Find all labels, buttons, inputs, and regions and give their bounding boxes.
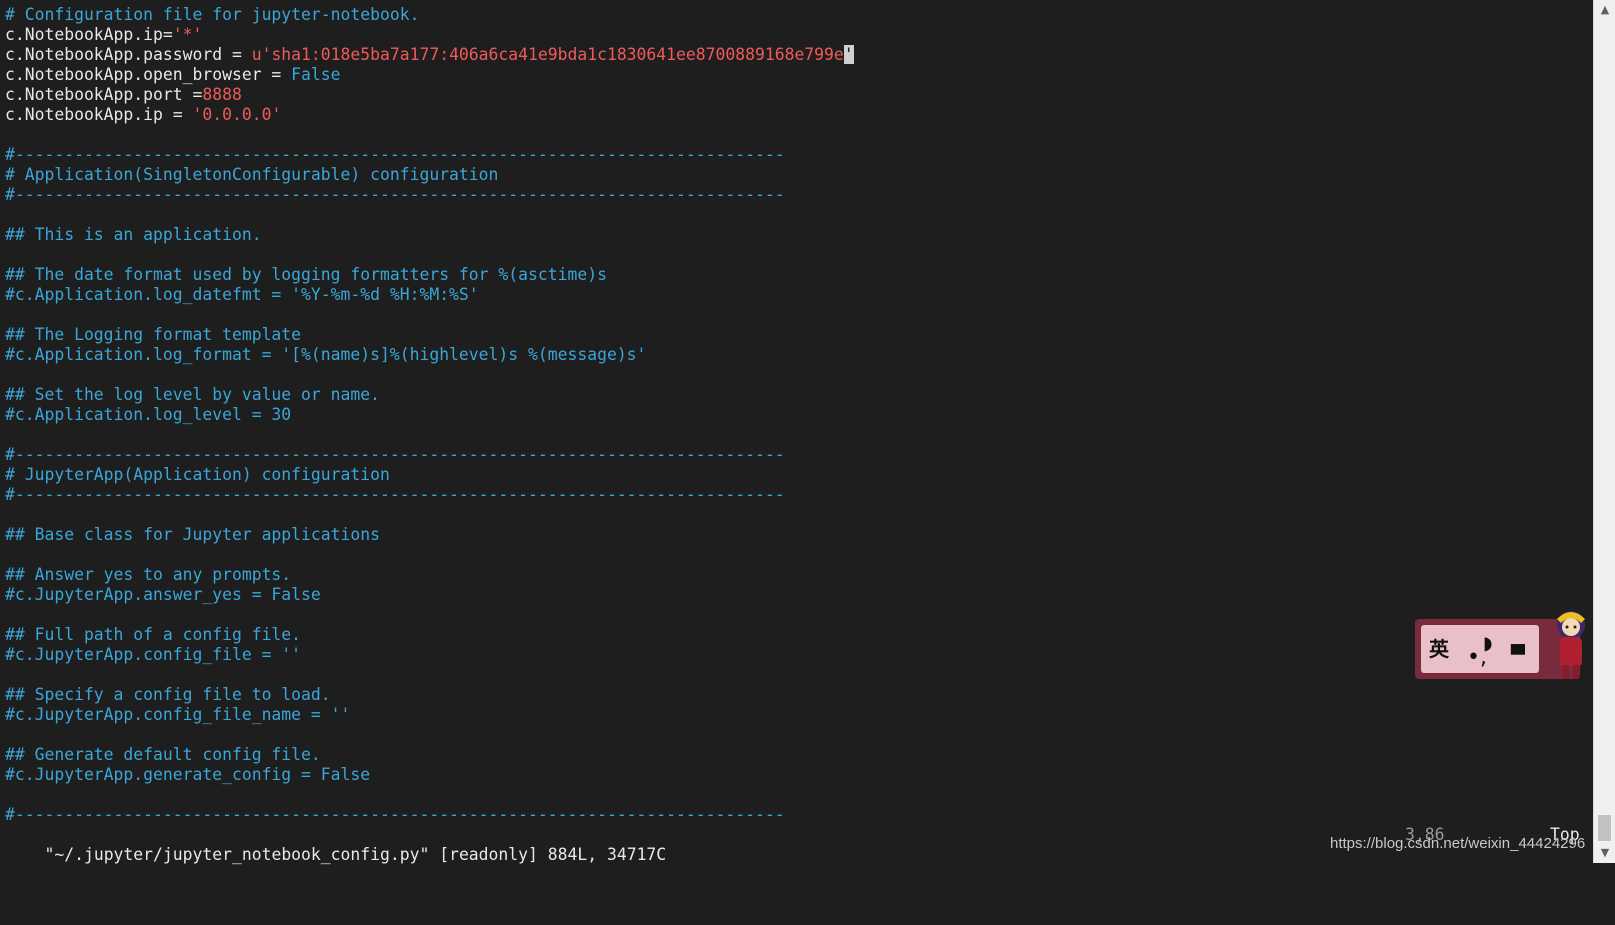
code-token: #c.JupyterApp.config_file = '' [5, 645, 302, 664]
editor-line[interactable]: c.NotebookApp.password = u'sha1:018e5ba7… [5, 45, 1585, 65]
editor-line[interactable]: #---------------------------------------… [5, 145, 1585, 165]
scrollbar-thumb[interactable] [1598, 815, 1611, 841]
code-token: ## Answer yes to any prompts. [5, 565, 292, 584]
code-token: ## The Logging format template [5, 325, 302, 344]
status-file-info: "~/.jupyter/jupyter_notebook_config.py" … [44, 845, 667, 864]
code-token: #c.Application.log_datefmt = '%Y-%m-%d %… [5, 285, 479, 304]
code-token: #---------------------------------------… [5, 185, 785, 204]
code-token: ## Generate default config file. [5, 745, 321, 764]
text-cursor: ' [843, 45, 854, 64]
code-token: #---------------------------------------… [5, 145, 785, 164]
editor-line[interactable]: #c.JupyterApp.config_file_name = '' [5, 705, 1585, 725]
code-token: #c.JupyterApp.generate_config = False [5, 765, 371, 784]
code-token: ## Full path of a config file. [5, 625, 302, 644]
watermark-url: https://blog.csdn.net/weixin_44424296 [1330, 835, 1586, 852]
code-token: ## Set the log level by value or name. [5, 385, 380, 404]
editor-line[interactable]: #c.JupyterApp.generate_config = False [5, 765, 1585, 785]
editor-line[interactable]: # Application(SingletonConfigurable) con… [5, 165, 1585, 185]
code-token: 8888 [202, 85, 242, 104]
scroll-up-icon[interactable]: ▲ [1594, 0, 1615, 20]
editor-line[interactable]: ## Full path of a config file. [5, 625, 1585, 645]
editor-line[interactable] [5, 365, 1585, 385]
editor-line[interactable]: #---------------------------------------… [5, 485, 1585, 505]
editor-line[interactable]: ## The date format used by logging forma… [5, 265, 1585, 285]
editor-line[interactable]: ## Answer yes to any prompts. [5, 565, 1585, 585]
editor-line[interactable]: # Configuration file for jupyter-noteboo… [5, 5, 1585, 25]
editor-line[interactable]: ## This is an application. [5, 225, 1585, 245]
ime-toolbar-panel: 英 ◗ •, ▀ [1421, 625, 1539, 673]
editor-line[interactable] [5, 665, 1585, 685]
editor-line[interactable] [5, 605, 1585, 625]
ime-language-toggle[interactable]: 英 [1429, 633, 1449, 662]
editor-line[interactable]: ## Generate default config file. [5, 745, 1585, 765]
code-token: c.NotebookApp.open_browser = [5, 65, 292, 84]
code-token: # Application(SingletonConfigurable) con… [5, 165, 499, 184]
editor-line[interactable] [5, 785, 1585, 805]
terminal-window[interactable]: # Configuration file for jupyter-noteboo… [0, 0, 1595, 864]
editor-line[interactable] [5, 205, 1585, 225]
code-token: #c.Application.log_level = 30 [5, 405, 292, 424]
editor-line[interactable]: #c.Application.log_level = 30 [5, 405, 1585, 425]
editor-line[interactable]: #c.Application.log_format = '[%(name)s]%… [5, 345, 1585, 365]
code-token: c.NotebookApp.password = [5, 45, 252, 64]
code-token: # Configuration file for jupyter-noteboo… [5, 5, 420, 24]
editor-line[interactable]: ## Base class for Jupyter applications [5, 525, 1585, 545]
editor-line[interactable] [5, 505, 1585, 525]
mascot-icon [1557, 611, 1585, 679]
vertical-scrollbar[interactable]: ▲ ▼ [1593, 0, 1615, 863]
code-token: '*' [172, 25, 203, 44]
code-token: #---------------------------------------… [5, 805, 785, 824]
code-token: '0.0.0.0' [192, 105, 282, 124]
code-token: c.NotebookApp.port = [5, 85, 203, 104]
editor-line[interactable] [5, 245, 1585, 265]
editor-line[interactable] [5, 125, 1585, 145]
editor-line[interactable]: c.NotebookApp.port =8888 [5, 85, 1585, 105]
code-token: ## The date format used by logging forma… [5, 265, 607, 284]
code-token: c.NotebookApp.ip = [5, 105, 193, 124]
ime-punctuation-toggle[interactable]: •, [1467, 645, 1487, 670]
code-token: # JupyterApp(Application) configuration [5, 465, 390, 484]
editor-line[interactable] [5, 305, 1585, 325]
editor-line[interactable]: c.NotebookApp.open_browser = False [5, 65, 1585, 85]
editor-line[interactable]: ## Set the log level by value or name. [5, 385, 1585, 405]
editor-line[interactable]: #---------------------------------------… [5, 445, 1585, 465]
code-token: #---------------------------------------… [5, 485, 785, 504]
editor-line[interactable] [5, 545, 1585, 565]
editor-line[interactable]: ## Specify a config file to load. [5, 685, 1585, 705]
code-token: ## Base class for Jupyter applications [5, 525, 380, 544]
editor-line[interactable] [5, 725, 1585, 745]
ime-toolbar[interactable]: 英 ◗ •, ▀ [1415, 605, 1595, 683]
code-token: #c.JupyterApp.answer_yes = False [5, 585, 321, 604]
code-token: #c.Application.log_format = '[%(name)s]%… [5, 345, 647, 364]
editor-line[interactable]: #c.JupyterApp.config_file = '' [5, 645, 1585, 665]
code-token: #c.JupyterApp.config_file_name = '' [5, 705, 351, 724]
editor-line[interactable]: #---------------------------------------… [5, 805, 1585, 825]
editor-line[interactable]: #c.JupyterApp.answer_yes = False [5, 585, 1585, 605]
editor-line[interactable]: c.NotebookApp.ip = '0.0.0.0' [5, 105, 1585, 125]
editor-line[interactable]: ## The Logging format template [5, 325, 1585, 345]
code-token: c.NotebookApp.ip= [5, 25, 173, 44]
editor-line[interactable] [5, 425, 1585, 445]
code-token: False [291, 65, 341, 84]
code-token: ## This is an application. [5, 225, 262, 244]
editor-line[interactable]: # JupyterApp(Application) configuration [5, 465, 1585, 485]
editor-line[interactable]: c.NotebookApp.ip='*' [5, 25, 1585, 45]
skin-icon[interactable]: ▀ [1511, 645, 1525, 666]
code-token: #---------------------------------------… [5, 445, 785, 464]
code-token: ## Specify a config file to load. [5, 685, 331, 704]
code-token: u'sha1:018e5ba7a177:406a6ca41e9bda1c1830… [251, 45, 844, 64]
editor-line[interactable]: #---------------------------------------… [5, 185, 1585, 205]
editor-line[interactable]: #c.Application.log_datefmt = '%Y-%m-%d %… [5, 285, 1585, 305]
scroll-down-icon[interactable]: ▼ [1594, 843, 1615, 863]
editor-buffer[interactable]: # Configuration file for jupyter-noteboo… [5, 5, 1585, 825]
